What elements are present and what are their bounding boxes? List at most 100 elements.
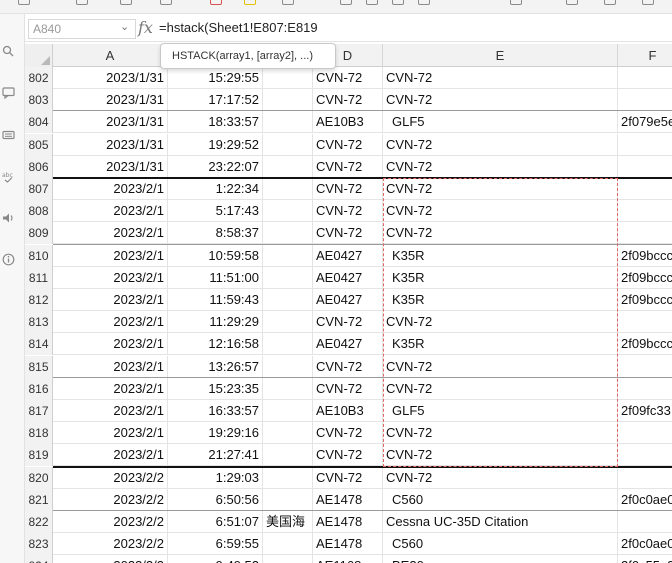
column-header-a[interactable]: A — [53, 44, 168, 67]
cell-date[interactable]: 2023/1/31 — [53, 133, 168, 156]
fx-icon[interactable]: fx — [138, 18, 153, 37]
comment-icon[interactable] — [1, 86, 15, 100]
cell-note[interactable] — [263, 377, 313, 400]
cell-hex[interactable] — [618, 356, 672, 378]
cell-note[interactable]: 美国海 — [263, 511, 313, 533]
cell-type[interactable]: CVN-72 — [383, 311, 618, 334]
cell-note[interactable] — [263, 133, 313, 156]
align-icon[interactable] — [418, 0, 430, 5]
cell-date[interactable]: 2023/1/31 — [53, 155, 168, 178]
cell-time[interactable]: 17:17:52 — [168, 89, 263, 112]
cell-type[interactable]: K35R — [383, 266, 618, 289]
row-header[interactable]: 806 — [25, 155, 53, 178]
cell-hex[interactable]: 2f09bccc — [618, 333, 672, 355]
cell-note[interactable] — [263, 444, 313, 467]
cell-code[interactable]: CVN-72 — [313, 466, 383, 489]
cell-date[interactable]: 2023/1/31 — [53, 67, 168, 89]
cell-time[interactable]: 6:50:56 — [168, 488, 263, 511]
cell-code[interactable]: CVN-72 — [313, 155, 383, 178]
row-header[interactable]: 802 — [25, 67, 53, 89]
row-header[interactable]: 809 — [25, 222, 53, 245]
merge-icon[interactable] — [510, 0, 522, 5]
cell-hex[interactable]: 2f0c0ae0 — [618, 533, 672, 555]
cell-time[interactable]: 23:22:07 — [168, 155, 263, 178]
row-header[interactable]: 813 — [25, 311, 53, 334]
row-header[interactable]: 805 — [25, 133, 53, 156]
cell-note[interactable] — [263, 200, 313, 223]
cell-note[interactable] — [263, 67, 313, 89]
cell-date[interactable]: 2023/2/1 — [53, 400, 168, 422]
align-icon[interactable] — [392, 0, 404, 5]
row-header[interactable]: 822 — [25, 511, 53, 533]
cell-date[interactable]: 2023/1/31 — [53, 89, 168, 112]
cell-time[interactable]: 1:22:34 — [168, 178, 263, 200]
cell-hex[interactable] — [618, 378, 672, 400]
cell-hex[interactable] — [618, 222, 672, 244]
cell-type[interactable]: Cessna UC-35D Citation — [383, 511, 618, 533]
cell-note[interactable] — [263, 488, 313, 511]
cell-type[interactable]: CVN-72 — [383, 178, 618, 200]
row-header[interactable]: 823 — [25, 533, 53, 556]
cell-code[interactable]: AE0427 — [313, 289, 383, 311]
cell-code[interactable]: CVN-72 — [313, 222, 383, 245]
cell-type[interactable]: GLF5 — [383, 400, 618, 422]
cell-code[interactable]: CVN-72 — [313, 89, 383, 112]
cell-code[interactable]: AE0427 — [313, 266, 383, 289]
cell-hex[interactable]: 2f09bccc — [618, 245, 672, 267]
cell-hex[interactable] — [618, 422, 672, 444]
cell-type[interactable]: C560 — [383, 533, 618, 556]
cell-type[interactable]: C560 — [383, 488, 618, 511]
cell-note[interactable] — [263, 155, 313, 178]
cell-type[interactable]: CVN-72 — [383, 133, 618, 156]
cell-note[interactable] — [263, 244, 313, 267]
cell-type[interactable]: K35R — [383, 244, 618, 267]
toolbar-icon[interactable] — [642, 0, 654, 5]
cell-time[interactable]: 11:59:43 — [168, 289, 263, 311]
cell-code[interactable]: AE1478 — [313, 511, 383, 533]
cell-hex[interactable]: 2f09bccc — [618, 267, 672, 289]
cell-time[interactable]: 18:33:57 — [168, 111, 263, 134]
cell-type[interactable]: CVN-72 — [383, 466, 618, 489]
cell-hex[interactable] — [618, 134, 672, 156]
search-icon[interactable] — [1, 44, 15, 58]
cell-date[interactable]: 2023/2/1 — [53, 377, 168, 400]
cell-date[interactable]: 2023/2/1 — [53, 222, 168, 245]
cell-code[interactable]: AE0427 — [313, 244, 383, 267]
cell-type[interactable]: CVN-72 — [383, 89, 618, 112]
cell-time[interactable]: 9:49:52 — [168, 555, 263, 563]
cell-hex[interactable] — [618, 511, 672, 533]
row-header[interactable]: 808 — [25, 200, 53, 223]
row-header[interactable]: 824 — [25, 555, 53, 563]
row-header[interactable]: 818 — [25, 422, 53, 445]
cell-type[interactable]: CVN-72 — [383, 444, 618, 467]
cell-note[interactable] — [263, 289, 313, 311]
toolbar-icon[interactable] — [566, 0, 578, 5]
toolbar-icon[interactable] — [160, 0, 172, 5]
cell-time[interactable]: 13:26:57 — [168, 355, 263, 378]
cell-time[interactable]: 8:58:37 — [168, 222, 263, 245]
cell-note[interactable] — [263, 533, 313, 556]
cell-time[interactable]: 11:29:29 — [168, 311, 263, 334]
cell-note[interactable] — [263, 311, 313, 334]
cell-note[interactable] — [263, 466, 313, 489]
cell-date[interactable]: 2023/2/2 — [53, 533, 168, 556]
cell-code[interactable]: CVN-72 — [313, 67, 383, 89]
cell-note[interactable] — [263, 422, 313, 445]
info-icon[interactable] — [1, 252, 15, 266]
cell-type[interactable]: CVN-72 — [383, 67, 618, 89]
cell-type[interactable]: CVN-72 — [383, 377, 618, 400]
row-header[interactable]: 821 — [25, 488, 53, 511]
cell-date[interactable]: 2023/2/2 — [53, 555, 168, 563]
cell-type[interactable]: CVN-72 — [383, 355, 618, 378]
cell-date[interactable]: 2023/1/31 — [53, 111, 168, 134]
cell-code[interactable]: CVN-72 — [313, 422, 383, 445]
row-header[interactable]: 812 — [25, 289, 53, 311]
cell-time[interactable]: 5:17:43 — [168, 200, 263, 223]
cell-hex[interactable]: 2f09fc33 — [618, 400, 672, 422]
cell-note[interactable] — [263, 355, 313, 378]
cell-date[interactable]: 2023/2/1 — [53, 444, 168, 467]
align-icon[interactable] — [340, 0, 352, 5]
cell-code[interactable]: CVN-72 — [313, 355, 383, 378]
cell-hex[interactable] — [618, 178, 672, 200]
cell-time[interactable]: 15:23:35 — [168, 377, 263, 400]
